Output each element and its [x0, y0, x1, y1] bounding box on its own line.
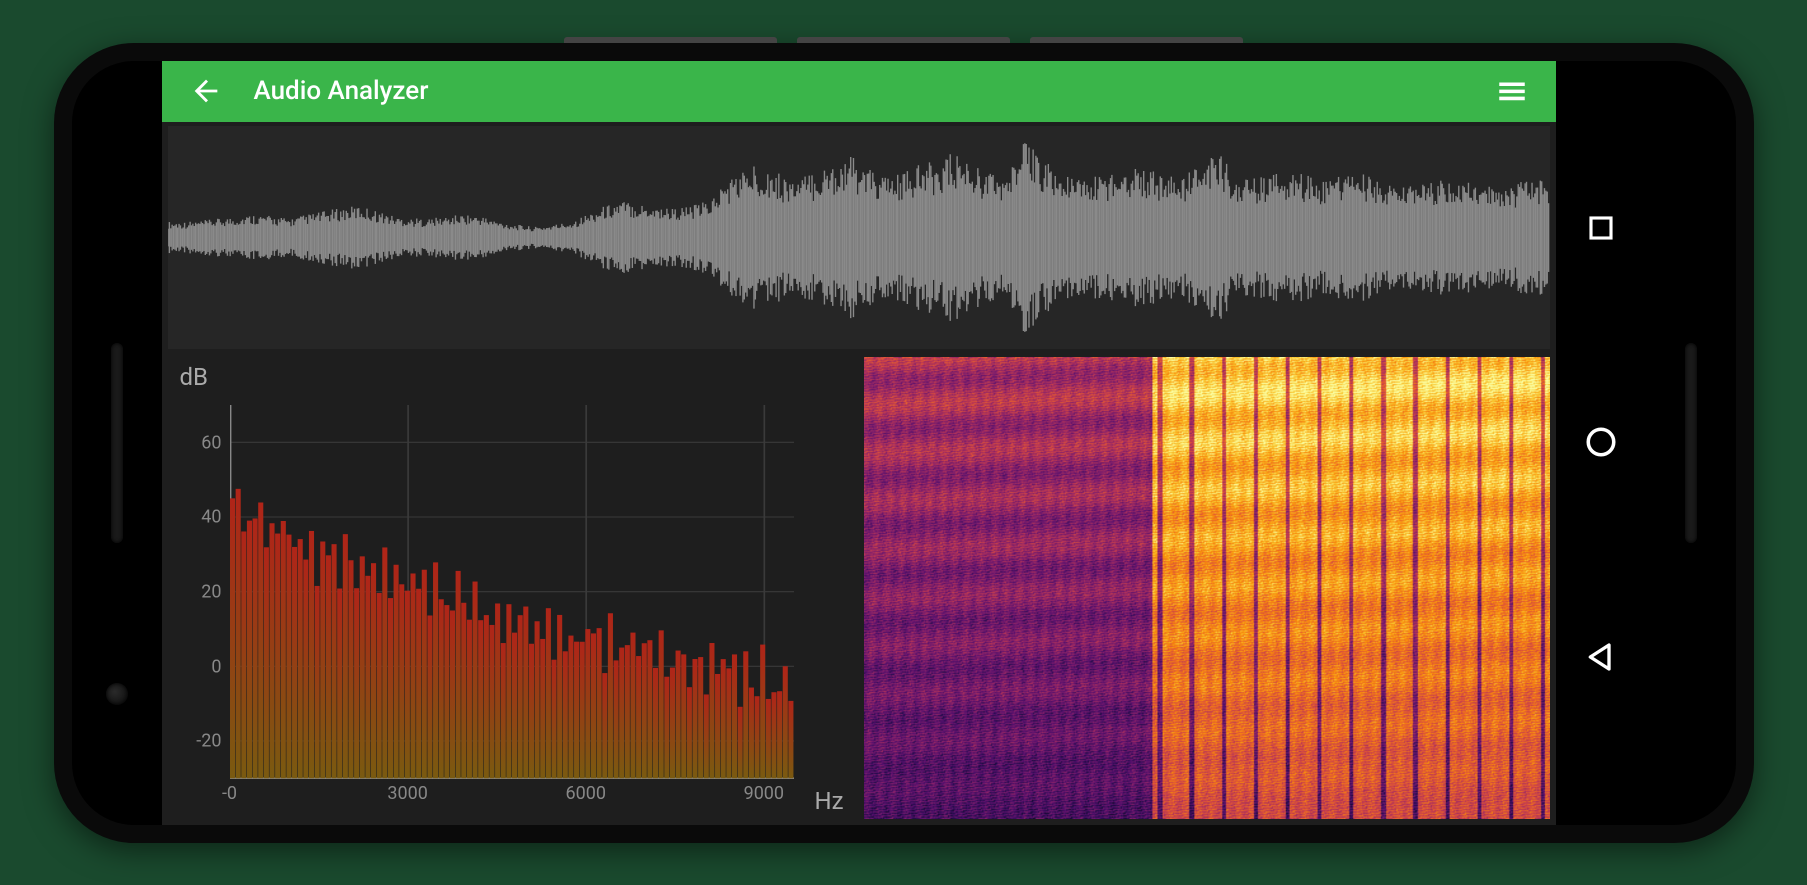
- spectrum-y-tick: 40: [201, 507, 229, 528]
- spectrogram-heatmap: [864, 357, 1550, 818]
- back-button[interactable]: [182, 67, 230, 115]
- phone-frame: Audio Analyzer dB: [54, 43, 1754, 843]
- spectrum-panel[interactable]: dB 6040200-20-0300060009000 Hz: [168, 357, 854, 818]
- app-title: Audio Analyzer: [254, 76, 1488, 106]
- spectrum-x-tick: 6000: [565, 779, 605, 804]
- triangle-icon: [1585, 641, 1617, 673]
- phone-speaker-right: [1646, 61, 1736, 825]
- app-bar: Audio Analyzer: [162, 61, 1556, 123]
- arrow-back-icon: [189, 74, 223, 108]
- spectrum-y-tick: 60: [201, 432, 229, 453]
- spectrum-x-tick: 3000: [387, 779, 427, 804]
- spectrum-chart: 6040200-20-0300060009000: [230, 405, 794, 778]
- nav-home-button[interactable]: [1577, 418, 1625, 466]
- spectrum-x-tick: -0: [222, 779, 237, 804]
- waveform-panel[interactable]: [168, 126, 1550, 349]
- spectrum-y-tick: 20: [201, 581, 229, 602]
- phone-speaker-left: [72, 61, 162, 825]
- spectrum-y-label: dB: [180, 363, 209, 391]
- nav-recents-button[interactable]: [1577, 204, 1625, 252]
- menu-button[interactable]: [1488, 67, 1536, 115]
- spectrum-y-tick: 0: [211, 656, 229, 677]
- android-nav-bar: [1556, 61, 1646, 825]
- spectrum-x-label: Hz: [814, 787, 843, 815]
- square-icon: [1586, 213, 1616, 243]
- nav-back-button[interactable]: [1577, 633, 1625, 681]
- circle-icon: [1584, 425, 1618, 459]
- spectrum-y-tick: -20: [196, 731, 229, 752]
- phone-top-buttons: [564, 37, 1244, 43]
- waveform-chart: [168, 126, 1550, 349]
- camera-icon: [106, 683, 128, 705]
- spectrum-x-tick: 9000: [744, 779, 784, 804]
- spectrogram-panel[interactable]: [864, 357, 1550, 818]
- menu-icon: [1495, 74, 1529, 108]
- spectrum-bars: [230, 405, 794, 778]
